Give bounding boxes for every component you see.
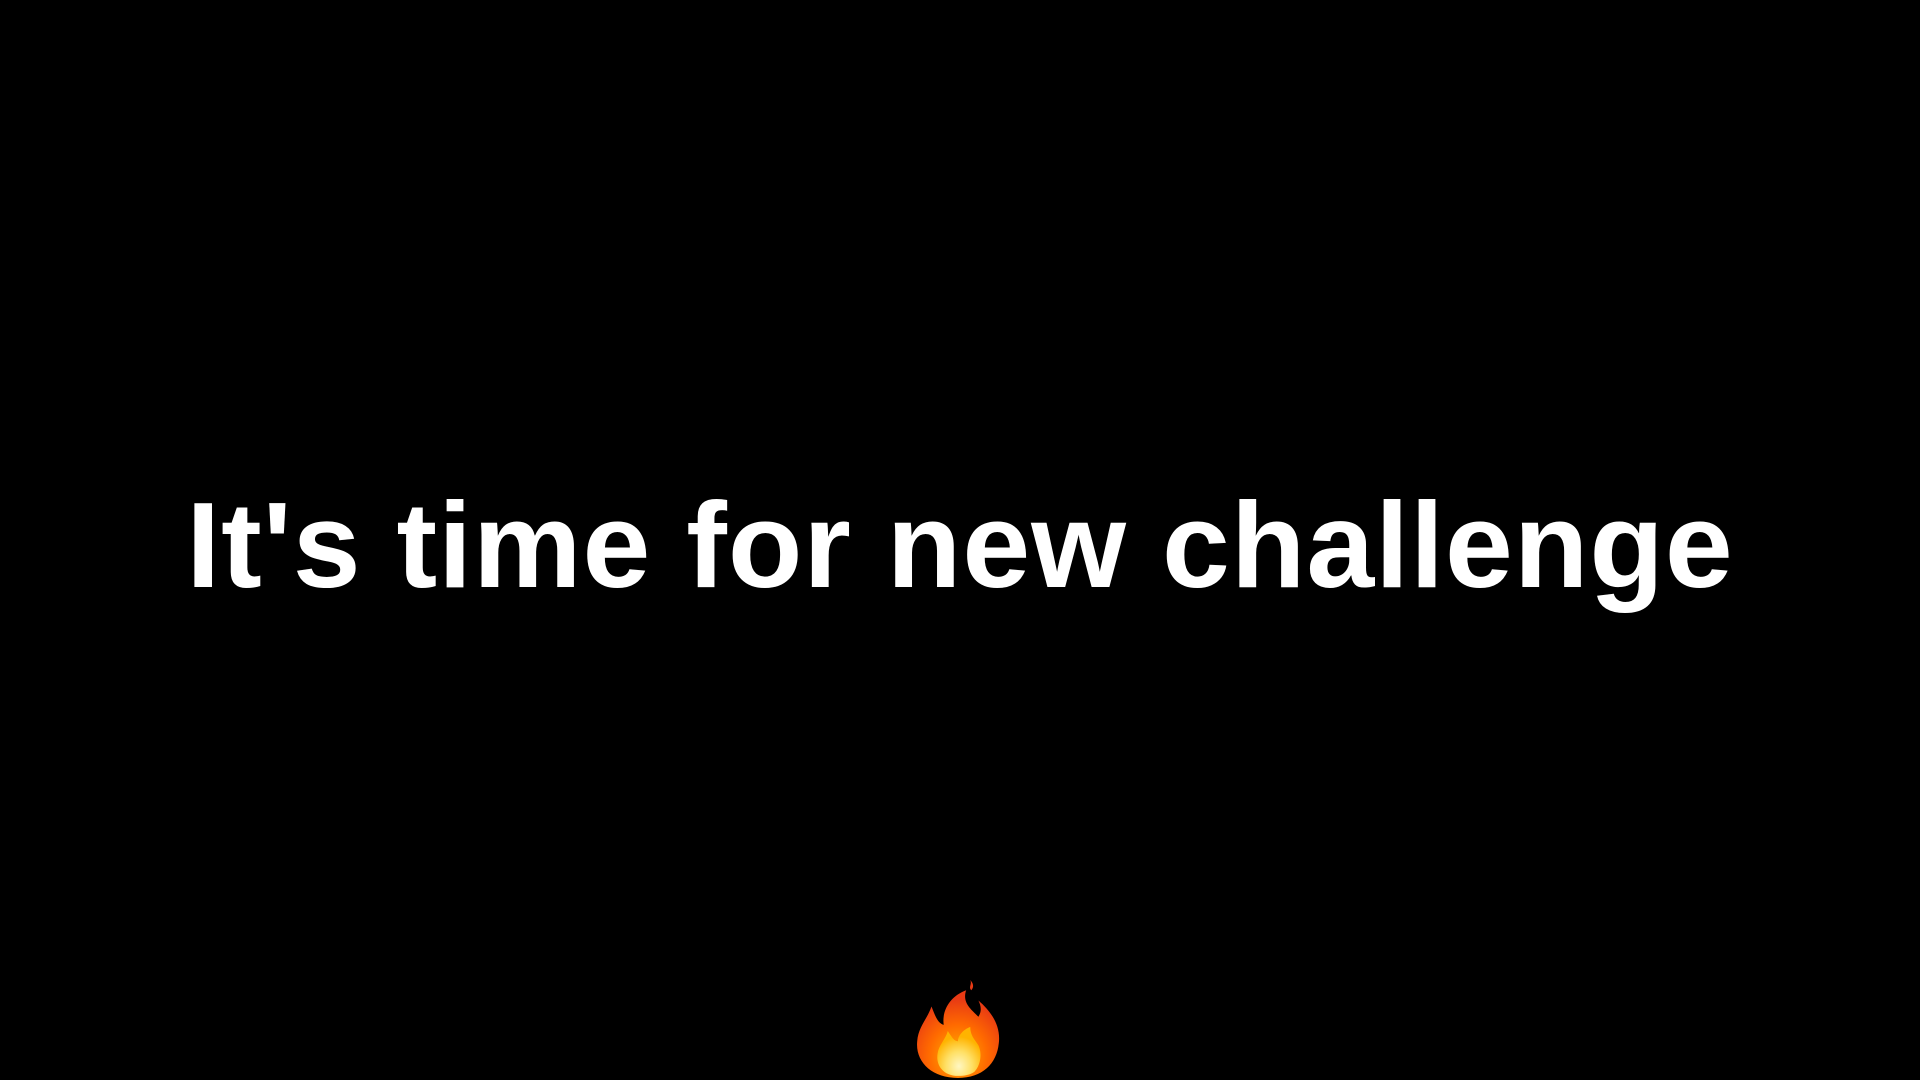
slide: It's time for new challenge	[0, 0, 1920, 1080]
headline-text: It's time for new challenge	[186, 477, 1734, 613]
fire-icon	[917, 980, 1000, 1078]
